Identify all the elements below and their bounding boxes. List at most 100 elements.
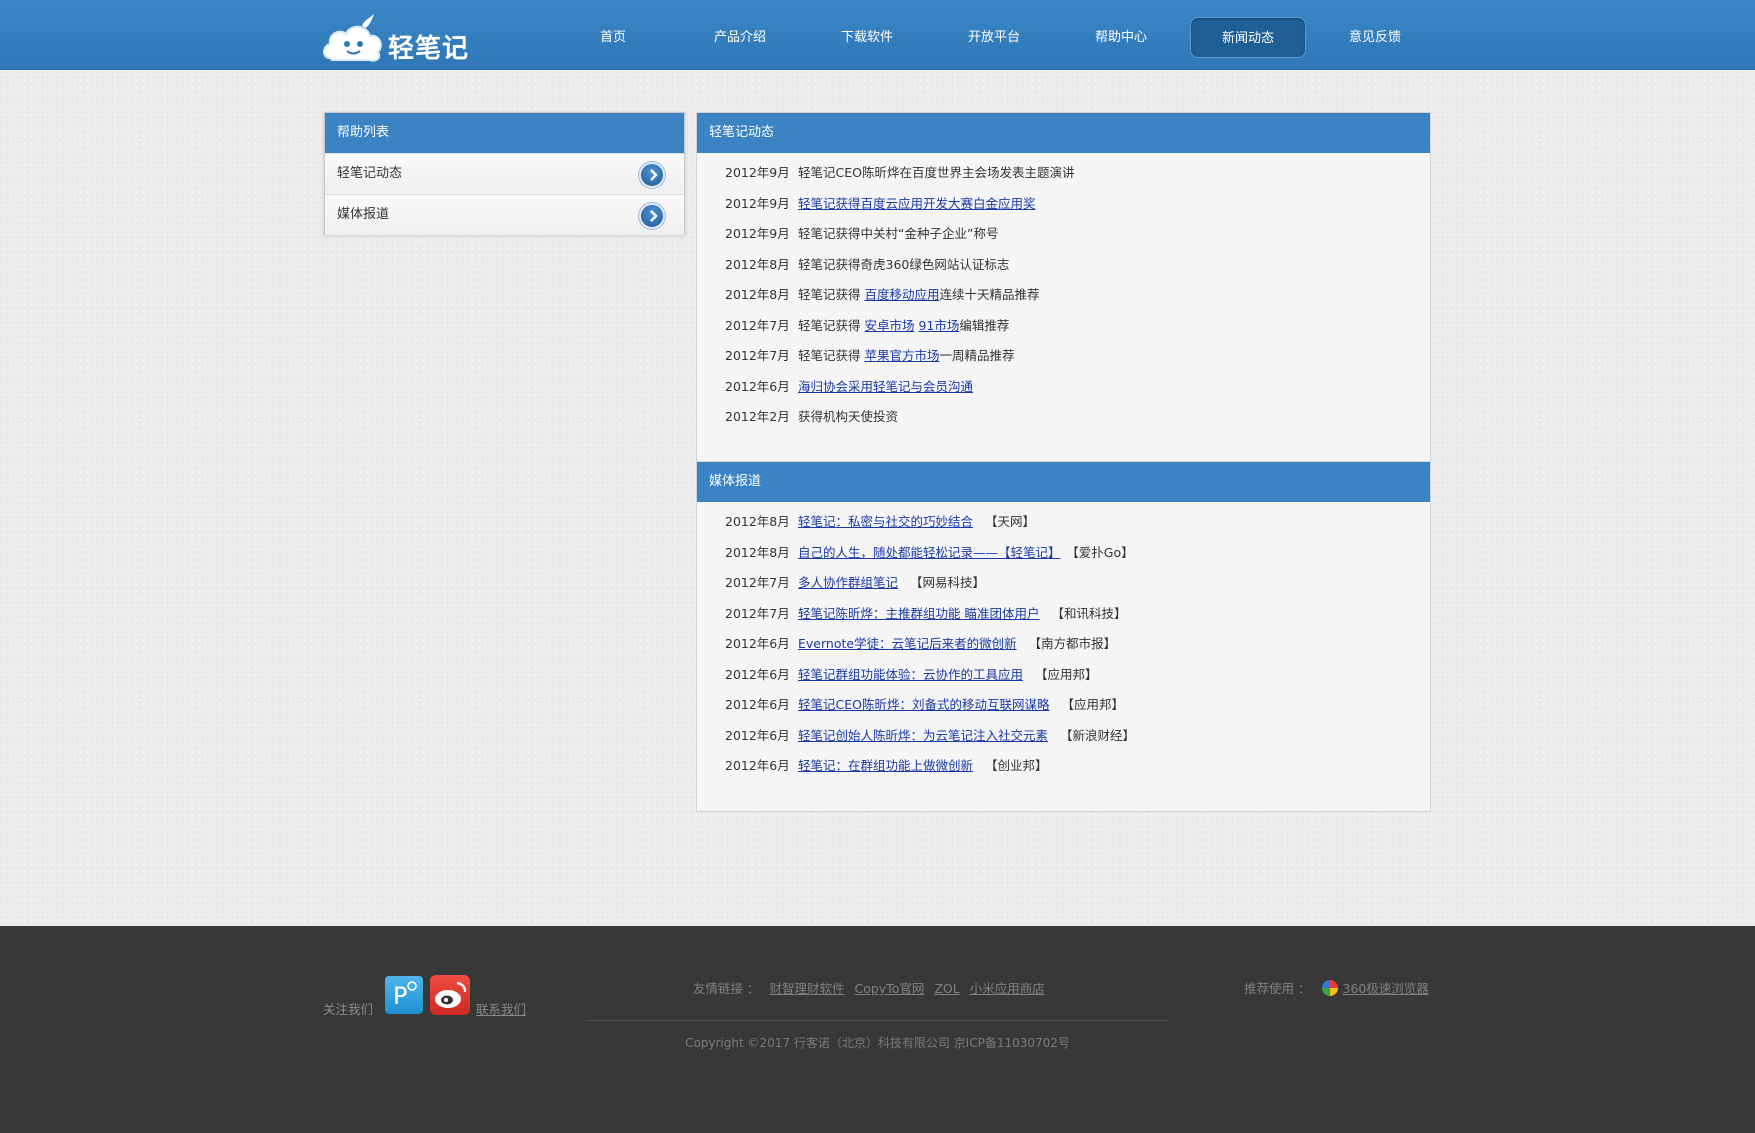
news-text: 编辑推荐 — [959, 317, 1010, 333]
news-row: 2012年9月 轻笔记获得中关村“金种子企业”称号 — [697, 219, 1430, 250]
media-panel-title: 媒体报道 — [697, 462, 1430, 502]
copyright: Copyright ©2017 行客诺（北京）科技有限公司 京ICP备11030… — [685, 1036, 1070, 1050]
news-date: 2012年7月 — [725, 348, 790, 363]
sidebar-item-label: 轻笔记动态 — [337, 166, 403, 181]
news-text: 获得机构天使投资 — [798, 409, 899, 424]
help-sidebar: 帮助列表 轻笔记动态 媒体报道 — [324, 112, 685, 235]
news-link[interactable]: 苹果官方市场 — [864, 348, 939, 363]
news-text: 轻笔记获得 — [798, 287, 865, 302]
media-date: 2012年7月 — [725, 575, 790, 590]
nav-feedback[interactable]: 意见反馈 — [1317, 17, 1433, 58]
nav-product[interactable]: 产品介绍 — [682, 17, 798, 58]
news-text: 连续十天精品推荐 — [939, 287, 1040, 302]
news-panel: 轻笔记动态 2012年9月 轻笔记CEO陈昕烨在百度世界主会场发表主题演讲 2012… — [696, 112, 1431, 462]
nav-help[interactable]: 帮助中心 — [1063, 17, 1179, 58]
news-text: 轻笔记获得 — [798, 317, 865, 333]
news-list: 2012年9月 轻笔记CEO陈昕烨在百度世界主会场发表主题演讲 2012年9月 轻笔记… — [697, 153, 1430, 433]
recommend-label: 推荐使用 ： — [1244, 981, 1311, 996]
media-row: 2012年6月 轻笔记创始人陈昕烨：为云笔记注入社交元素 【新浪财经】 — [697, 721, 1430, 752]
media-link[interactable]: 多人协作群组笔记 — [798, 575, 898, 590]
news-panel-title: 轻笔记动态 — [697, 113, 1430, 153]
news-text: 轻笔记CEO陈昕烨在百度世界主会场发表主题演讲 — [798, 165, 1075, 180]
news-link[interactable]: 海归协会采用轻笔记与会员沟通 — [798, 379, 973, 394]
media-link[interactable]: 轻笔记创始人陈昕烨：为云笔记注入社交元素 — [798, 728, 1048, 743]
nav-home[interactable]: 首页 — [555, 17, 671, 58]
media-source: 【应用邦】 — [1061, 697, 1124, 712]
media-source: 【天网】 — [985, 514, 1036, 529]
news-text: 轻笔记获得奇虎360绿色网站认证标志 — [798, 256, 1010, 272]
news-date: 2012年8月 — [725, 287, 790, 302]
friend-link[interactable]: ZOL — [934, 981, 959, 996]
news-link[interactable]: 轻笔记获得百度云应用开发大赛白金应用奖 — [798, 196, 1036, 211]
media-source: 【和讯科技】 — [1051, 605, 1127, 621]
media-date: 2012年6月 — [725, 758, 790, 773]
chevron-right-icon[interactable] — [639, 203, 665, 229]
friend-links: 友情链接 ： 财智理财软件 CopyTo官网 ZOL 小米应用商店 — [693, 978, 1045, 997]
news-date: 2012年6月 — [725, 378, 790, 394]
media-date: 2012年6月 — [725, 636, 790, 651]
media-list: 2012年8月 轻笔记：私密与社交的巧妙结合 【天网】 2012年8月 自己的人生，随处… — [697, 502, 1430, 782]
media-date: 2012年6月 — [725, 697, 790, 712]
recommend-browser-link[interactable]: 360极速浏览器 — [1342, 981, 1428, 996]
news-row: 2012年6月 海归协会采用轻笔记与会员沟通 — [697, 372, 1430, 403]
friend-links-label: 友情链接 ： — [693, 981, 760, 996]
media-row: 2012年8月 轻笔记：私密与社交的巧妙结合 【天网】 — [697, 507, 1430, 538]
news-link[interactable]: 91市场 — [918, 318, 959, 333]
social-app-icon[interactable]: P — [385, 976, 423, 1014]
media-date: 2012年7月 — [725, 605, 790, 621]
news-date: 2012年9月 — [725, 195, 790, 211]
media-link[interactable]: Evernote学徒：云笔记后来者的微创新 — [798, 636, 1017, 651]
sidebar-item-news[interactable]: 轻笔记动态 — [325, 153, 684, 194]
media-source: 【网易科技】 — [910, 575, 986, 590]
top-nav-bar: 轻笔记 首页 产品介绍 下载软件 开放平台 帮助中心 新闻动态 意见反馈 — [0, 0, 1755, 70]
media-source: 【爱扑Go】 — [1072, 544, 1134, 560]
media-link[interactable]: 轻笔记CEO陈昕烨：刘备式的移动互联网谋略 — [798, 697, 1049, 712]
news-date: 2012年9月 — [725, 226, 790, 241]
media-link[interactable]: 自己的人生，随处都能轻松记录——【轻笔记】 — [798, 545, 1061, 560]
nav-news[interactable]: 新闻动态 — [1190, 17, 1306, 58]
footer-divider — [587, 1020, 1167, 1021]
news-date: 2012年2月 — [725, 409, 790, 424]
logo-text: 轻笔记 — [388, 34, 470, 64]
media-row: 2012年8月 自己的人生，随处都能轻松记录——【轻笔记】 【爱扑Go】 — [697, 538, 1430, 569]
sidebar-item-label: 媒体报道 — [337, 207, 390, 222]
media-date: 2012年8月 — [725, 544, 790, 560]
media-source: 【应用邦】 — [1035, 666, 1098, 682]
media-row: 2012年6月 轻笔记CEO陈昕烨：刘备式的移动互联网谋略 【应用邦】 — [697, 690, 1430, 721]
site-logo[interactable]: 轻笔记 — [322, 10, 482, 64]
news-row: 2012年8月 轻笔记获得奇虎360绿色网站认证标志 — [697, 250, 1430, 281]
media-source: 【南方都市报】 — [1028, 636, 1117, 651]
media-source: 【新浪财经】 — [1060, 727, 1136, 743]
media-date: 2012年8月 — [725, 514, 790, 529]
news-row: 2012年9月 轻笔记获得百度云应用开发大赛白金应用奖 — [697, 189, 1430, 220]
news-row: 2012年2月 获得机构天使投资 — [697, 402, 1430, 433]
weibo-icon[interactable] — [430, 975, 470, 1015]
nav-download[interactable]: 下载软件 — [809, 17, 925, 58]
media-row: 2012年6月 Evernote学徒：云笔记后来者的微创新 【南方都市报】 — [697, 629, 1430, 660]
chevron-right-icon[interactable] — [639, 162, 665, 188]
recommend: 推荐使用 ： 360极速浏览器 — [1244, 978, 1429, 997]
media-link[interactable]: 轻笔记：在群组功能上做微创新 — [798, 758, 973, 773]
media-source: 【创业邦】 — [985, 758, 1048, 773]
follow-label: 关注我们 — [323, 1002, 374, 1017]
news-link[interactable]: 安卓市场 — [864, 318, 914, 333]
news-link[interactable]: 百度移动应用 — [864, 287, 939, 302]
media-row: 2012年7月 轻笔记陈昕烨：主推群组功能 瞄准团体用户 【和讯科技】 — [697, 599, 1430, 630]
news-date: 2012年8月 — [725, 256, 790, 272]
contact-us-link[interactable]: 联系我们 — [476, 999, 526, 1018]
friend-link[interactable]: CopyTo官网 — [854, 981, 924, 996]
media-link[interactable]: 轻笔记群组功能体验：云协作的工具应用 — [798, 667, 1023, 682]
news-row: 2012年7月 轻笔记获得 安卓市场 91市场编辑推荐 — [697, 311, 1430, 342]
media-link[interactable]: 轻笔记陈昕烨：主推群组功能 瞄准团体用户 — [798, 606, 1039, 621]
svg-text:P: P — [393, 982, 407, 1010]
media-row: 2012年6月 轻笔记：在群组功能上做微创新 【创业邦】 — [697, 751, 1430, 782]
media-row: 2012年6月 轻笔记群组功能体验：云协作的工具应用 【应用邦】 — [697, 660, 1430, 691]
news-text: 一周精品推荐 — [939, 348, 1015, 363]
media-link[interactable]: 轻笔记：私密与社交的巧妙结合 — [798, 514, 973, 529]
friend-link[interactable]: 小米应用商店 — [970, 981, 1045, 996]
friend-link[interactable]: 财智理财软件 — [769, 981, 844, 996]
news-text: 轻笔记获得中关村“金种子企业”称号 — [798, 226, 999, 241]
nav-open-platform[interactable]: 开放平台 — [936, 17, 1052, 58]
sidebar-item-media[interactable]: 媒体报道 — [325, 194, 684, 235]
news-row: 2012年7月 轻笔记获得 苹果官方市场一周精品推荐 — [697, 341, 1430, 372]
